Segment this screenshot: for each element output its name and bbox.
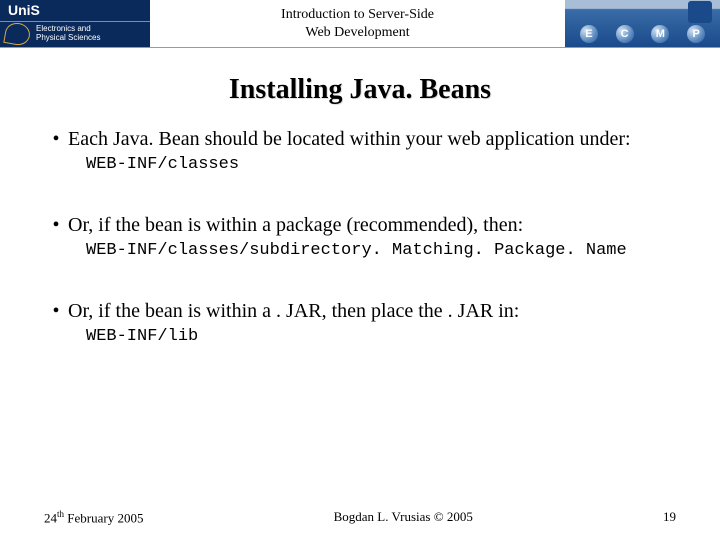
slide-header: UniS Electronics and Physical Sciences I…: [0, 0, 720, 48]
university-logo: UniS Electronics and Physical Sciences: [0, 0, 150, 47]
slide-content: • Each Java. Bean should be located with…: [0, 128, 720, 346]
logo-ball-m: M: [651, 25, 669, 43]
bullet-item: • Or, if the bean is within a package (r…: [44, 214, 676, 237]
header-title-line-1: Introduction to Server-Side: [281, 7, 434, 22]
emblem-icon: [688, 1, 712, 23]
header-title: Introduction to Server-Side Web Developm…: [150, 0, 565, 47]
logo-ball-c: C: [616, 25, 634, 43]
logo-swirl-icon: [3, 21, 31, 47]
footer-date: 24th February 2005: [44, 509, 143, 526]
bullet-text: Or, if the bean is within a package (rec…: [68, 214, 523, 237]
bullet-item: • Or, if the bean is within a . JAR, the…: [44, 300, 676, 323]
dept-line-1: Electronics and: [36, 24, 91, 33]
logo-brand-text: UniS: [8, 2, 40, 18]
bullet-item: • Each Java. Bean should be located with…: [44, 128, 676, 151]
bullet-dot-icon: •: [44, 300, 68, 323]
bullet-text: Each Java. Bean should be located within…: [68, 128, 631, 151]
dept-line-2: Physical Sciences: [36, 33, 100, 42]
logo-ball-e: E: [580, 25, 598, 43]
code-snippet: WEB-INF/lib: [86, 327, 676, 346]
logo-ball-p: P: [687, 25, 705, 43]
logo-letters: E C M P: [565, 25, 720, 43]
footer-date-rest: February 2005: [64, 510, 143, 525]
bullet-text: Or, if the bean is within a . JAR, then …: [68, 300, 519, 323]
footer-date-day: 24: [44, 510, 57, 525]
header-title-line-2: Web Development: [305, 25, 409, 40]
code-snippet: WEB-INF/classes/subdirectory. Matching. …: [86, 241, 676, 260]
partner-logo: E C M P: [565, 0, 720, 47]
bullet-dot-icon: •: [44, 128, 68, 151]
slide-title: Installing Java. Beans: [0, 74, 720, 106]
code-snippet: WEB-INF/classes: [86, 155, 676, 174]
footer-date-ordinal: th: [57, 509, 64, 519]
footer-page-number: 19: [663, 509, 676, 526]
slide-footer: 24th February 2005 Bogdan L. Vrusias © 2…: [0, 509, 720, 526]
logo-dept-text: Electronics and Physical Sciences: [36, 25, 100, 43]
bullet-dot-icon: •: [44, 214, 68, 237]
footer-author: Bogdan L. Vrusias © 2005: [334, 509, 473, 526]
